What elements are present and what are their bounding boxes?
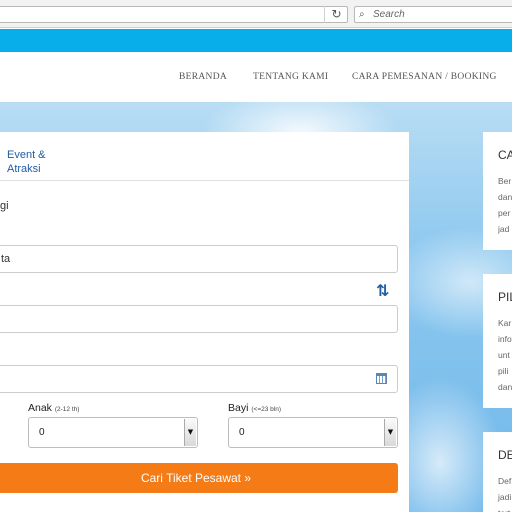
card-title: DE	[498, 448, 512, 462]
origin-value: ta	[1, 253, 11, 265]
card-text: dan	[498, 192, 512, 202]
child-label: Anak (2-12 th)	[28, 402, 79, 414]
info-card-1: CA Ber dan per jad	[483, 132, 512, 250]
nav-item-tentang-kami[interactable]: TENTANG KAMI	[253, 72, 328, 82]
tab-divider	[0, 180, 409, 181]
child-label-hint: (2-12 th)	[54, 406, 80, 413]
main-nav: BERANDA TENTANG KAMI CARA PEMESANAN / BO…	[0, 52, 512, 102]
infant-count-value: 0	[239, 427, 245, 438]
infant-label-hint: (<=23 bln)	[251, 406, 281, 413]
search-flights-button[interactable]: Cari Tiket Pesawat »	[0, 463, 398, 493]
child-label-text: Anak	[28, 402, 52, 414]
origin-field[interactable]: ta	[0, 245, 398, 273]
nav-item-cara-pemesanan[interactable]: CARA PEMESANAN / BOOKING	[352, 72, 497, 82]
calendar-icon[interactable]	[376, 373, 387, 384]
departure-date-field[interactable]	[0, 365, 398, 393]
browser-search-placeholder: Search	[373, 9, 405, 20]
nav-item-beranda[interactable]: BERANDA	[179, 72, 227, 82]
card-text: Ber	[498, 176, 512, 186]
chevron-down-icon: ▼	[384, 419, 396, 446]
search-icon: ⌕	[359, 9, 365, 20]
browser-search-input[interactable]: ⌕ Search	[354, 6, 512, 23]
card-text: dan	[498, 382, 512, 392]
reload-icon[interactable]: ↻	[324, 6, 348, 23]
tab-event-atraksi[interactable]: Event & Atraksi	[7, 148, 57, 176]
trip-type-label: gi	[0, 200, 9, 212]
info-card-2: PIL Kar info unt pili dan	[483, 274, 512, 408]
browser-toolbar: ↻ ⌕ Search	[0, 0, 512, 28]
flight-search-panel: Event & Atraksi gi ta ⇅ Anak (2-12 th) 0…	[0, 132, 409, 512]
card-title: CA	[498, 148, 512, 162]
address-bar[interactable]	[0, 6, 348, 23]
tab-event-label: Event & Atraksi	[7, 149, 46, 175]
card-text: Def	[498, 476, 512, 486]
card-text: jadi	[498, 492, 512, 502]
card-text: tert	[498, 508, 510, 512]
card-text: Kar	[498, 318, 512, 328]
card-text: pili	[498, 366, 509, 376]
infant-count-select[interactable]: 0 ▼	[228, 417, 398, 448]
child-count-select[interactable]: 0 ▼	[28, 417, 198, 448]
infant-label: Bayi (<=23 bln)	[228, 402, 281, 414]
card-text: info	[498, 334, 512, 344]
destination-field[interactable]	[0, 305, 398, 333]
card-title: PIL	[498, 290, 512, 304]
info-card-3: DE Def jadi tert	[483, 432, 512, 512]
infant-label-text: Bayi	[228, 402, 249, 414]
card-text: per	[498, 208, 511, 218]
card-text: unt	[498, 350, 510, 360]
top-brand-bar	[0, 29, 512, 52]
swap-icon[interactable]: ⇅	[376, 281, 389, 300]
card-text: jad	[498, 224, 510, 234]
chevron-down-icon: ▼	[184, 419, 196, 446]
child-count-value: 0	[39, 427, 45, 438]
